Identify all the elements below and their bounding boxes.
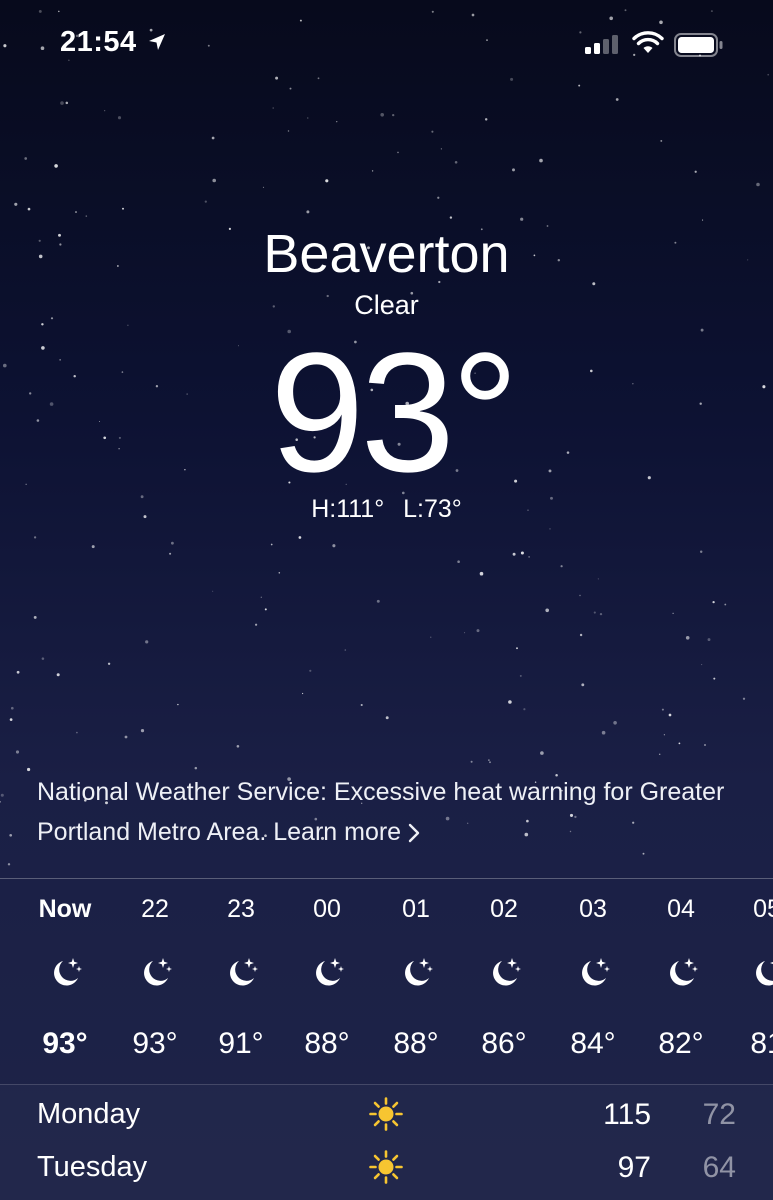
moon-stars-icon — [576, 955, 612, 991]
hourly-forecast[interactable]: Now 93° 22 93° 23 91° 00 88° 01 88° 02 86° 03 84° 04 82… — [0, 878, 773, 1085]
day-high: 97 — [617, 1151, 651, 1184]
hour-temperature: 84° — [570, 1027, 616, 1060]
hour-temperature: 88° — [304, 1027, 350, 1060]
day-name: Tuesday — [37, 1151, 148, 1183]
hour-label: 23 — [227, 895, 255, 923]
weather-alert[interactable]: National Weather Service: Excessive heat… — [37, 772, 737, 852]
daily-forecast[interactable]: Monday 115 72 Tuesday 97 64 — [0, 1084, 773, 1200]
moon-stars-icon — [48, 955, 84, 991]
daily-row[interactable]: Monday 115 72 — [0, 1086, 773, 1140]
hour-label: 22 — [141, 895, 169, 923]
hour-temperature: 91° — [218, 1027, 264, 1060]
chevron-right-icon — [408, 824, 420, 843]
day-low: 64 — [702, 1151, 736, 1184]
hour-temperature: 86° — [481, 1027, 527, 1060]
sun-icon — [368, 1149, 404, 1185]
hour-label: 05 — [753, 895, 773, 923]
hour-temperature: 81 — [750, 1027, 773, 1060]
city-name: Beaverton — [263, 224, 510, 284]
current-temperature: 93° — [269, 318, 519, 508]
moon-stars-icon — [487, 955, 523, 991]
hour-label: 04 — [667, 895, 695, 923]
battery-icon — [674, 33, 723, 57]
day-low: 72 — [702, 1098, 736, 1131]
moon-stars-icon — [224, 955, 260, 991]
hour-temperature: 93° — [132, 1027, 178, 1060]
day-name: Monday — [37, 1098, 141, 1130]
wifi-icon — [632, 31, 664, 53]
hour-label: 01 — [402, 895, 430, 923]
location-arrow-icon — [149, 34, 165, 50]
hour-temperature: 93° — [42, 1027, 88, 1060]
daily-row[interactable]: Tuesday 97 64 — [0, 1139, 773, 1193]
hour-temperature: 82° — [658, 1027, 704, 1060]
hour-temperature: 88° — [393, 1027, 439, 1060]
hour-label: 02 — [490, 895, 518, 923]
moon-stars-icon — [399, 955, 435, 991]
hour-label: 03 — [579, 895, 607, 923]
hour-label: 00 — [313, 895, 341, 923]
moon-stars-icon — [138, 955, 174, 991]
cellular-signal-icon — [585, 35, 618, 54]
status-time: 21:54 — [60, 26, 137, 58]
moon-stars-icon — [664, 955, 700, 991]
sun-icon — [368, 1096, 404, 1132]
moon-stars-icon — [310, 955, 346, 991]
weather-condition: Clear — [354, 290, 419, 320]
current-weather: Beaverton Clear 93° H:111° L:73° — [0, 222, 773, 524]
moon-stars-icon — [750, 955, 773, 991]
status-bar: 21:54 — [0, 0, 773, 90]
alert-text: National Weather Service: Excessive heat… — [37, 778, 725, 846]
day-high: 115 — [603, 1098, 651, 1131]
hour-label: Now — [38, 895, 92, 923]
